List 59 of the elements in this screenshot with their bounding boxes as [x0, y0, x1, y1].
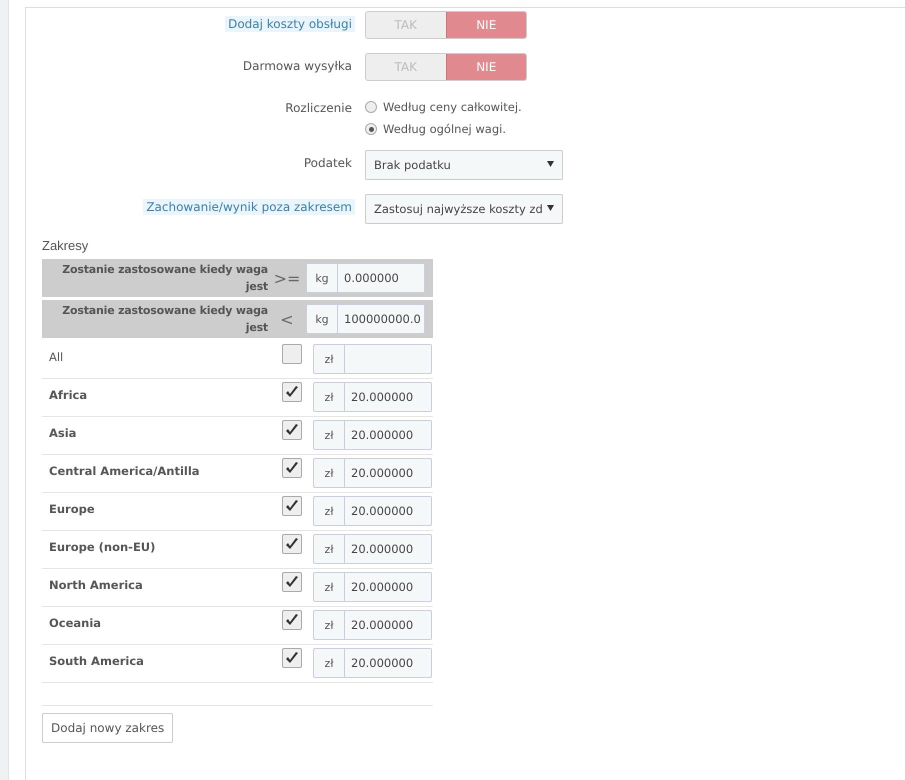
- input-field[interactable]: zł 20.000000: [313, 382, 432, 412]
- unit-label: zł: [314, 535, 345, 563]
- unit-label: zł: [314, 383, 345, 411]
- zone-name: North America: [48, 577, 144, 592]
- zone-name: Asia: [48, 425, 78, 440]
- radio-button[interactable]: [365, 123, 377, 135]
- unit-label: zł: [314, 421, 345, 449]
- checkbox[interactable]: [282, 382, 302, 402]
- checkbox[interactable]: [282, 344, 302, 364]
- operator-label: >=: [272, 268, 302, 288]
- checkbox[interactable]: [282, 648, 302, 668]
- unit-label: zł: [314, 573, 345, 601]
- input-field[interactable]: zł 20.000000: [313, 534, 432, 564]
- field-label: Dodaj koszty obsługi: [225, 16, 355, 32]
- limit-label: Zostanie zastosowane kiedy waga jest: [61, 303, 268, 336]
- zone-name: Europe (non-EU): [48, 539, 156, 554]
- field-label: Darmowa wysyłka: [242, 58, 353, 74]
- unit-label: kg: [307, 264, 338, 292]
- field-label: Podatek: [302, 155, 353, 171]
- caret-icon: [547, 205, 554, 211]
- unit-label: zł: [314, 459, 345, 487]
- input-field[interactable]: kg 100000000.0: [306, 304, 425, 334]
- input-field[interactable]: zł 20.000000: [313, 572, 432, 602]
- input-field[interactable]: zł 20.000000: [313, 496, 432, 526]
- checkbox[interactable]: [282, 496, 302, 516]
- zone-name: Europe: [48, 501, 96, 516]
- limit-label: Zostanie zastosowane kiedy waga jest: [61, 262, 268, 295]
- section-title: Zakresy: [42, 238, 88, 253]
- unit-label: zł: [314, 345, 345, 373]
- zone-name: Oceania: [48, 615, 102, 630]
- dropdown[interactable]: Zastosuj najwyższe koszty zd: [365, 194, 563, 224]
- zone-name: All: [48, 349, 64, 364]
- input-field[interactable]: zł 20.000000: [313, 420, 432, 450]
- add-range-button[interactable]: Dodaj nowy zakres: [42, 713, 174, 743]
- radio-button[interactable]: [365, 101, 377, 113]
- radio-label[interactable]: Według ogólnej wagi.: [383, 122, 506, 136]
- unit-label: zł: [314, 611, 345, 639]
- input-field[interactable]: zł 20.000000: [313, 610, 432, 640]
- caret-icon: [547, 161, 554, 167]
- checkbox[interactable]: [282, 572, 302, 592]
- zone-name: Central America/Antilla: [48, 463, 201, 478]
- checkbox[interactable]: [282, 458, 302, 478]
- input-field[interactable]: zł 20.000000: [313, 648, 432, 678]
- unit-label: zł: [314, 497, 345, 525]
- checkbox[interactable]: [282, 534, 302, 554]
- unit-label: kg: [307, 305, 338, 333]
- input-field[interactable]: zł 20.000000: [313, 458, 432, 488]
- unit-label: zł: [314, 649, 345, 677]
- field-label: Rozliczenie: [284, 100, 353, 116]
- zone-name: South America: [48, 653, 145, 668]
- zone-name: Africa: [48, 387, 88, 402]
- radio-label[interactable]: Według ceny całkowitej.: [383, 100, 522, 114]
- field-label: Zachowanie/wynik poza zakresem: [143, 199, 355, 215]
- checkbox[interactable]: [282, 610, 302, 630]
- operator-label: <: [279, 310, 295, 328]
- dropdown[interactable]: Brak podatku: [365, 150, 563, 180]
- input-field[interactable]: zł: [313, 344, 432, 374]
- checkbox[interactable]: [282, 420, 302, 440]
- input-field[interactable]: kg 0.000000: [306, 263, 425, 293]
